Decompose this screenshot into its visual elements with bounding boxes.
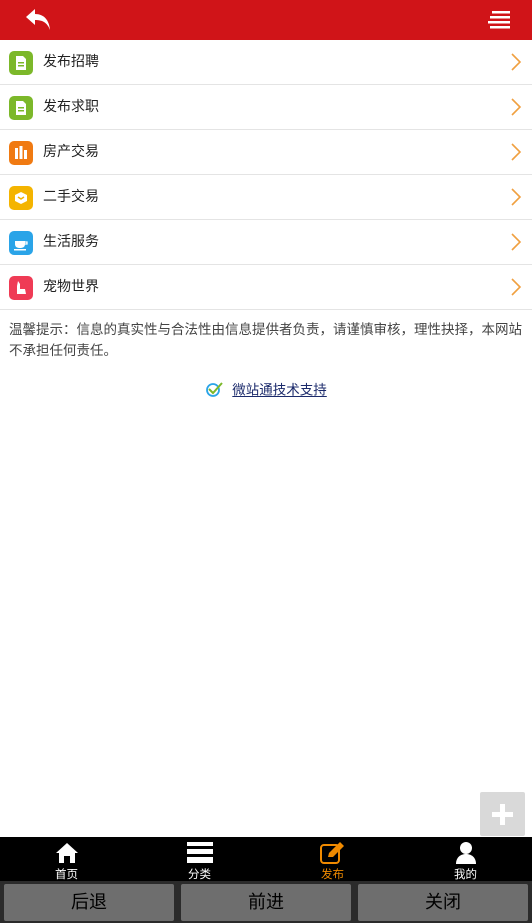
home-icon [55,843,78,863]
list-item-second-hand[interactable]: 二手交易 [0,175,532,220]
chevron-right-icon [511,143,522,161]
chevron-right-icon [511,278,522,296]
chevron-right-icon [511,53,522,71]
disclaimer-text: 温馨提示：信息的真实性与合法性由信息提供者负责，请谨慎审核，理性抉择，本网站不承… [9,322,522,359]
back-arrow-icon [26,9,50,30]
tab-category[interactable]: 分类 [133,837,266,881]
box-icon [9,186,33,210]
list-item-label: 二手交易 [43,189,99,205]
tab-label: 我的 [454,867,477,881]
category-icon [186,842,213,863]
list-item-label: 发布求职 [43,99,99,115]
list-item-real-estate[interactable]: 房产交易 [0,130,532,175]
chevron-right-icon [511,188,522,206]
list-item-label: 发布招聘 [43,54,99,70]
support-line: 微站通技术支持 [0,378,532,400]
pet-icon [9,276,33,300]
list-item-pets[interactable]: 宠物世界 [0,265,532,310]
close-nav-button[interactable]: 关闭 [358,884,528,921]
tab-label: 分类 [188,867,211,881]
tab-label: 首页 [55,867,78,881]
forward-nav-button[interactable]: 前进 [181,884,351,921]
tab-label: 发布 [321,867,344,881]
cup-icon [9,231,33,255]
tab-mine[interactable]: 我的 [399,837,532,881]
chevron-right-icon [511,233,522,251]
menu-button[interactable] [488,9,512,31]
chevron-right-icon [511,98,522,116]
menu-icon [488,11,510,29]
edit-icon [319,842,344,864]
back-nav-button[interactable]: 后退 [4,884,174,921]
publish-category-list: 发布招聘 发布求职 房产交易 二手交易 生活服务 宠物世界 [0,40,532,310]
list-item-life-service[interactable]: 生活服务 [0,220,532,265]
bottom-tab-bar: 首页 分类 发布 我的 [0,837,532,881]
add-button[interactable] [480,792,525,836]
document-icon [9,51,33,75]
browser-nav-bar: 后退 前进 关闭 [0,881,532,923]
document-icon [9,96,33,120]
list-item-job-post[interactable]: 发布招聘 [0,40,532,85]
user-icon [455,842,476,864]
back-button[interactable] [22,6,56,34]
support-link[interactable]: 微站通技术支持 [232,383,327,399]
list-item-label: 房产交易 [43,144,99,160]
list-item-label: 宠物世界 [43,279,99,295]
plus-icon [492,804,513,825]
tab-home[interactable]: 首页 [0,837,133,881]
brand-logo-icon [206,381,223,397]
list-item-label: 生活服务 [43,234,99,250]
list-item-job-seek[interactable]: 发布求职 [0,85,532,130]
building-icon [9,141,33,165]
header-bar [0,0,532,40]
tab-publish[interactable]: 发布 [266,837,399,881]
